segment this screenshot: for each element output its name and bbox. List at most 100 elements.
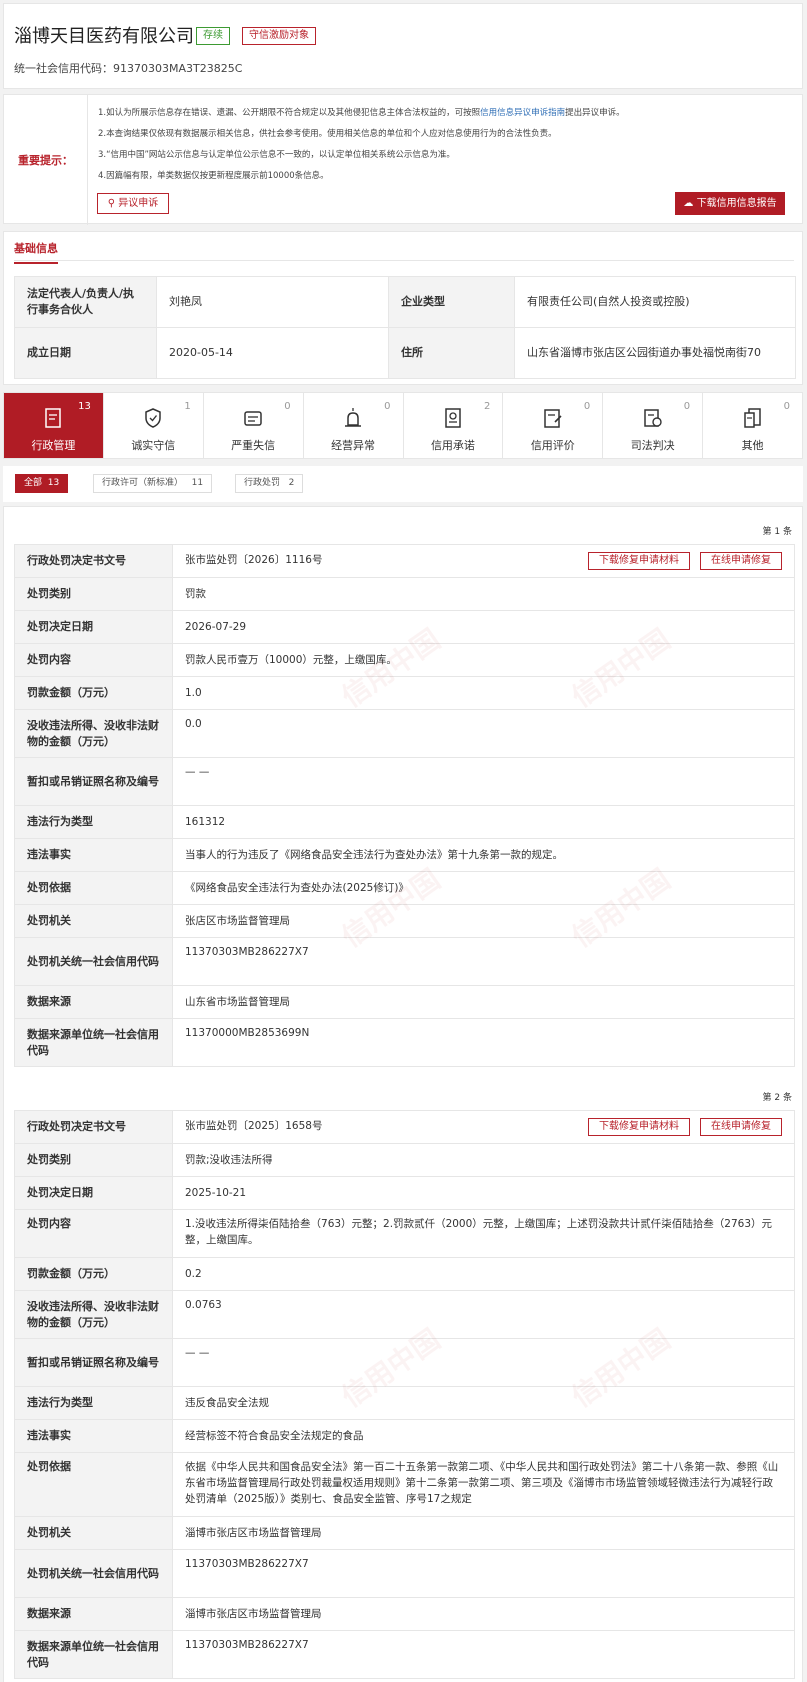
tab-count: 13 bbox=[78, 401, 91, 412]
field-label: 处罚决定日期 bbox=[14, 610, 173, 644]
field-label: 处罚决定日期 bbox=[14, 1176, 173, 1210]
table-row: 数据来源单位统一社会信用代码 11370303MB286227X7 bbox=[14, 1630, 795, 1679]
evaluation-icon bbox=[544, 409, 562, 428]
table-row: 处罚类别 罚款;没收违法所得 bbox=[14, 1143, 795, 1177]
field-label: 处罚依据 bbox=[14, 1452, 173, 1517]
basic-row: 成立日期 2020-05-14 住所 山东省淄博市张店区公园街道办事处福悦南街7… bbox=[14, 327, 796, 379]
tab-label: 经营异常 bbox=[331, 439, 376, 452]
tab-count: 0 bbox=[783, 401, 790, 412]
field-label: 处罚机关 bbox=[14, 1516, 173, 1550]
field-value: 罚款人民币壹万（10000）元整，上缴国库。 bbox=[172, 643, 795, 677]
honor-badge: 守信激励对象 bbox=[242, 27, 316, 45]
tab-abnormal-operation[interactable]: 0 经营异常 bbox=[304, 393, 404, 458]
table-row: 处罚类别 罚款 bbox=[14, 577, 795, 611]
field-label: 处罚依据 bbox=[14, 871, 173, 905]
penalty-records: 第 1 条 行政处罚决定书文号 张市监处罚〔2026〕1116号 下载修复申请材… bbox=[3, 506, 803, 1682]
cloud-download-icon: ☁ bbox=[683, 198, 694, 209]
field-label: 处罚机关统一社会信用代码 bbox=[14, 1549, 173, 1598]
basic-row: 法定代表人/负责人/执行事务合伙人 刘艳凤 企业类型 有限责任公司(自然人投资或… bbox=[14, 276, 796, 328]
penalty-record-table: 行政处罚决定书文号 张市监处罚〔2026〕1116号 下载修复申请材料 在线申请修… bbox=[14, 544, 795, 1067]
table-row: 处罚依据 依据《中华人民共和国食品安全法》第一百二十五条第一款第二项、《中华人民共… bbox=[14, 1452, 795, 1517]
field-value: 有限责任公司(自然人投资或控股) bbox=[514, 276, 796, 328]
repair-buttons: 下载修复申请材料 在线申请修复 bbox=[578, 552, 782, 570]
filter-label: 行政处罚 bbox=[244, 478, 281, 488]
field-value: 《网络食品安全违法行为查处办法(2025修订)》 bbox=[172, 871, 795, 905]
notice-lines: 1.如认为所展示信息存在错误、遗漏、公开期限不符合规定以及其他侵犯信息主体合法权… bbox=[98, 103, 788, 187]
online-repair-button[interactable]: 在线申请修复 bbox=[700, 552, 782, 570]
tab-other[interactable]: 0 其他 bbox=[703, 393, 802, 458]
tab-count: 0 bbox=[583, 401, 591, 412]
basic-info-section: 基础信息 法定代表人/负责人/执行事务合伙人 刘艳凤 企业类型 有限责任公司(自… bbox=[3, 231, 803, 385]
download-repair-materials-button[interactable]: 下载修复申请材料 bbox=[588, 552, 690, 570]
tab-serious-dishonesty[interactable]: 0 严重失信 bbox=[204, 393, 304, 458]
field-value: 张市监处罚〔2025〕1658号 下载修复申请材料 在线申请修复 bbox=[172, 1110, 795, 1144]
penalty-record-table: 行政处罚决定书文号 张市监处罚〔2025〕1658号 下载修复申请材料 在线申请修… bbox=[14, 1110, 795, 1679]
table-row: 行政处罚决定书文号 张市监处罚〔2026〕1116号 下载修复申请材料 在线申请修… bbox=[14, 544, 795, 578]
tab-count: 1 bbox=[184, 401, 191, 412]
field-value: 1.0 bbox=[172, 676, 795, 710]
field-label: 违法行为类型 bbox=[14, 1386, 173, 1420]
notice-line: 3.“信用中国”网站公示信息与认定单位公示信息不一致的，以认定单位相关系统公示信… bbox=[98, 150, 455, 160]
filter-label: 行政许可（新标准） bbox=[102, 478, 184, 488]
field-value: 张店区市场监督管理局 bbox=[172, 904, 795, 938]
field-label: 违法事实 bbox=[14, 1419, 173, 1453]
filter-count: 2 bbox=[288, 478, 295, 488]
download-repair-materials-button[interactable]: 下载修复申请材料 bbox=[588, 1118, 690, 1136]
field-label: 数据来源 bbox=[14, 985, 173, 1019]
table-row: 暂扣或吊销证照名称及编号 — — bbox=[14, 757, 795, 806]
table-row: 处罚机关 淄博市张店区市场监督管理局 bbox=[14, 1516, 795, 1550]
appeal-guide-link[interactable]: 信用信息异议申诉指南 bbox=[480, 108, 565, 118]
tab-admin-management[interactable]: 13 行政管理 bbox=[4, 393, 104, 458]
field-value: 11370303MB286227X7 bbox=[172, 1630, 795, 1679]
field-value: 2020-05-14 bbox=[156, 327, 389, 379]
table-row: 暂扣或吊销证照名称及编号 — — bbox=[14, 1338, 795, 1387]
person-icon: ⚲ bbox=[107, 198, 116, 209]
table-row: 处罚机关统一社会信用代码 11370303MB286227X7 bbox=[14, 1549, 795, 1598]
tab-count: 2 bbox=[484, 401, 491, 412]
field-label: 行政处罚决定书文号 bbox=[14, 1110, 173, 1144]
tab-count: 0 bbox=[284, 401, 291, 412]
field-value: 山东省淄博市张店区公园街道办事处福悦南街70 bbox=[514, 327, 796, 379]
table-row: 行政处罚决定书文号 张市监处罚〔2025〕1658号 下载修复申请材料 在线申请修… bbox=[14, 1110, 795, 1144]
field-label: 数据来源单位统一社会信用代码 bbox=[14, 1018, 173, 1067]
important-notice: 重要提示： 1.如认为所展示信息存在错误、遗漏、公开期限不符合规定以及其他侵犯信… bbox=[3, 94, 803, 225]
tab-count: 0 bbox=[384, 401, 391, 412]
tab-honesty[interactable]: 1 诚实守信 bbox=[104, 393, 204, 458]
field-label: 没收违法所得、没收非法财物的金额（万元） bbox=[14, 1290, 173, 1339]
field-value: 1.没收违法所得柒佰陆拾叁（763）元整；2.罚款贰仟（2000）元整，上缴国库… bbox=[172, 1209, 795, 1258]
tab-credit-commitment[interactable]: 2 信用承诺 bbox=[404, 393, 504, 458]
field-label: 行政处罚决定书文号 bbox=[14, 544, 173, 578]
status-badge: 存续 bbox=[196, 27, 230, 45]
filter-admin-penalty[interactable]: 行政处罚 2 bbox=[235, 474, 304, 493]
filter-all[interactable]: 全部 13 bbox=[15, 474, 69, 493]
table-row: 处罚内容 罚款人民币壹万（10000）元整，上缴国库。 bbox=[14, 643, 795, 677]
online-repair-button[interactable]: 在线申请修复 bbox=[700, 1118, 782, 1136]
record-index: 第 1 条 bbox=[762, 527, 792, 537]
table-row: 处罚内容 1.没收违法所得柒佰陆拾叁（763）元整；2.罚款贰仟（2000）元整，… bbox=[14, 1209, 795, 1258]
admin-icon bbox=[45, 408, 62, 428]
notice-title: 重要提示： bbox=[4, 95, 88, 225]
filter-count: 11 bbox=[191, 478, 204, 488]
field-value: 当事人的行为违反了《网络食品安全违法行为查处办法》第十九条第一款的规定。 bbox=[172, 838, 795, 872]
field-value: 0.0 bbox=[172, 709, 795, 758]
filter-admin-license[interactable]: 行政许可（新标准） 11 bbox=[93, 474, 213, 493]
download-report-button[interactable]: ☁ 下载信用信息报告 bbox=[675, 192, 785, 215]
objection-button-label: 异议申诉 bbox=[118, 198, 159, 209]
field-value: 0.0763 bbox=[172, 1290, 795, 1339]
credit-code-label: 统一社会信用代码： bbox=[14, 62, 113, 75]
table-row: 处罚决定日期 2026-07-29 bbox=[14, 610, 795, 644]
field-value: 2026-07-29 bbox=[172, 610, 795, 644]
table-row: 违法行为类型 违反食品安全法规 bbox=[14, 1386, 795, 1420]
alarm-icon bbox=[345, 408, 362, 427]
field-label: 处罚类别 bbox=[14, 577, 173, 611]
field-value: 依据《中华人民共和国食品安全法》第一百二十五条第一款第二项、《中华人民共和国行政… bbox=[172, 1452, 795, 1517]
tab-judicial-judgment[interactable]: 0 司法判决 bbox=[603, 393, 704, 458]
tab-label: 严重失信 bbox=[231, 439, 276, 452]
tab-label: 诚实守信 bbox=[131, 439, 176, 452]
field-value: 淄博市张店区市场监督管理局 bbox=[172, 1597, 795, 1631]
field-label: 数据来源单位统一社会信用代码 bbox=[14, 1630, 173, 1679]
field-label: 罚款金额（万元） bbox=[14, 1257, 173, 1291]
tab-credit-evaluation[interactable]: 0 信用评价 bbox=[503, 393, 604, 458]
field-label: 成立日期 bbox=[14, 327, 157, 379]
objection-button[interactable]: ⚲ 异议申诉 bbox=[97, 193, 169, 214]
